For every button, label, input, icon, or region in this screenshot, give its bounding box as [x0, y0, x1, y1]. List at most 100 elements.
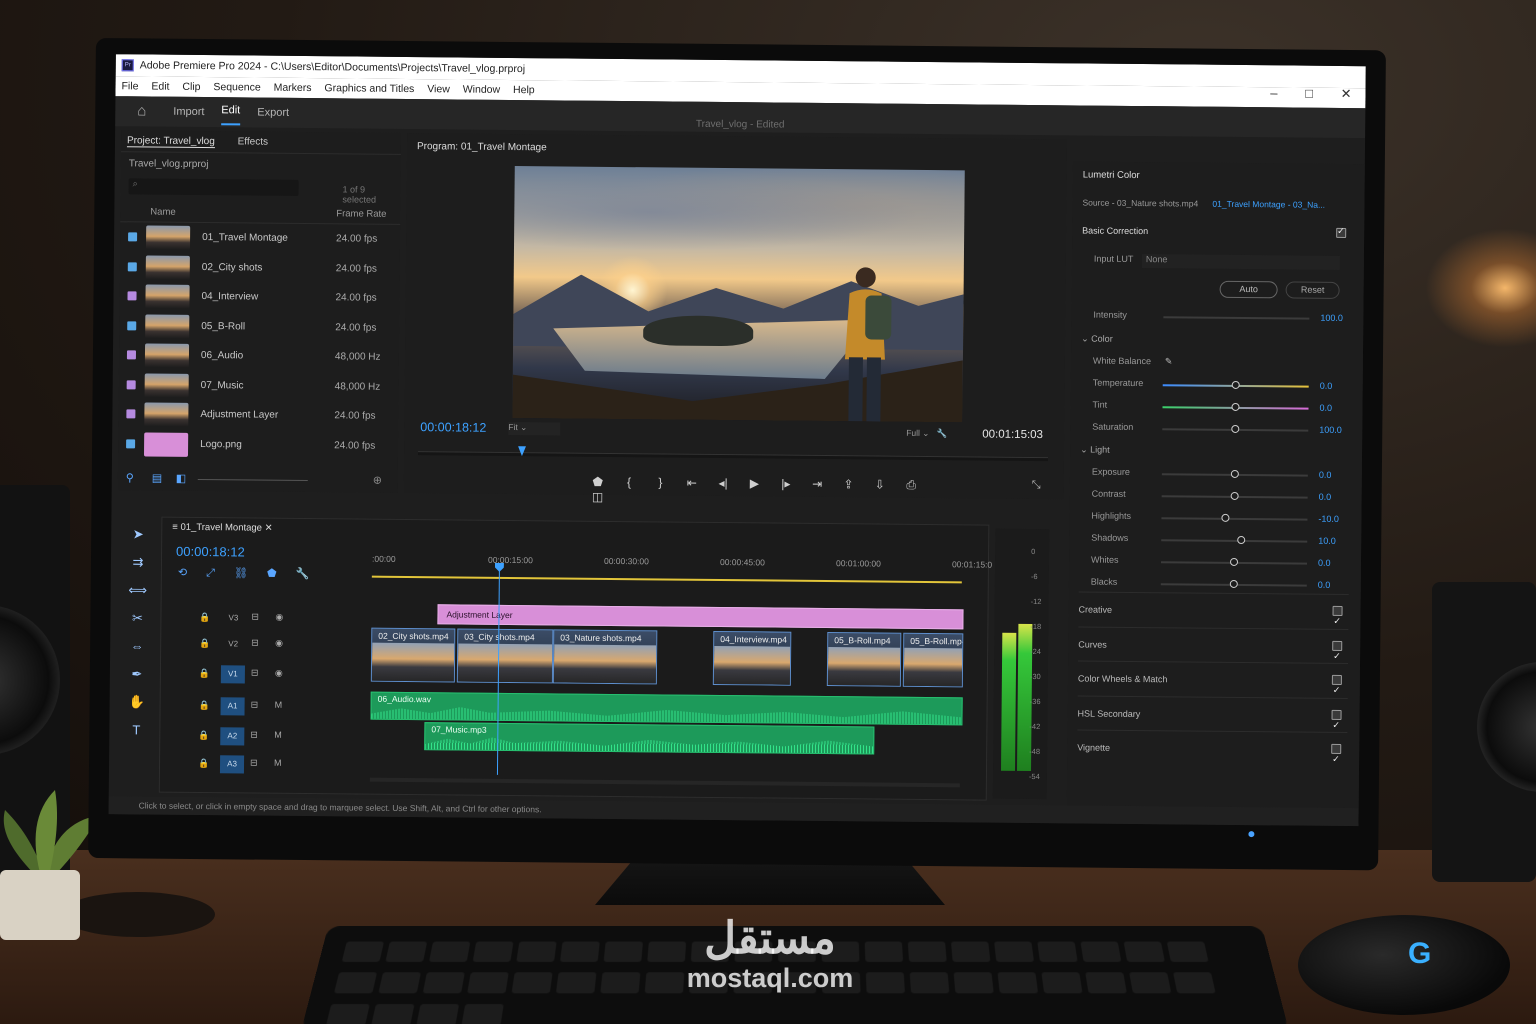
close-window-button[interactable]: ✕ [1341, 86, 1352, 101]
lock-icon[interactable]: 🔒 [199, 700, 210, 711]
lumetri-slider[interactable]: Shadows 10.0 [1091, 533, 1351, 549]
menu-markers[interactable]: Markers [274, 82, 312, 94]
list-item[interactable]: 01_Travel Montage 24.00 fps [120, 222, 400, 254]
section-checkbox[interactable] [1331, 709, 1342, 720]
column-frame-rate[interactable]: Frame Rate [336, 208, 386, 219]
step-back-button[interactable]: ◂| [709, 476, 737, 490]
timeline-timecode[interactable]: 00:00:18:12 [176, 544, 245, 560]
slider-knob[interactable] [1229, 557, 1239, 566]
audio-clip[interactable]: 07_Music.mp3 [424, 722, 875, 755]
ripple-edit-icon[interactable]: ⟺ [123, 582, 153, 610]
lock-icon[interactable]: 🔒 [199, 668, 210, 679]
menu-sequence[interactable]: Sequence [213, 81, 260, 93]
lock-icon[interactable]: 🔒 [199, 638, 210, 649]
list-view-icon[interactable]: ⚲ [126, 471, 134, 484]
mute-icon[interactable]: M [274, 730, 282, 740]
slider-knob[interactable] [1231, 380, 1240, 389]
extract-button[interactable]: ⇩ [866, 477, 894, 491]
section-checkbox[interactable] [1331, 674, 1342, 685]
menu-file[interactable]: File [121, 80, 138, 92]
lumetri-slider[interactable]: Contrast 0.0 [1092, 489, 1352, 505]
program-scrubber[interactable] [418, 451, 1049, 462]
sequence-tab[interactable]: ≡ 01_Travel Montage ✕ [172, 522, 272, 534]
menu-window[interactable]: Window [463, 84, 500, 96]
color-section-header[interactable]: ⌄ Color [1081, 333, 1113, 344]
light-section-header[interactable]: ⌄ Light [1080, 444, 1110, 455]
lumetri-section-0[interactable]: Creative [1078, 591, 1349, 629]
fit-dropdown[interactable]: Fit ⌄ [508, 421, 561, 436]
lumetri-slider[interactable]: Tint 0.0 [1092, 400, 1352, 416]
timeline-tool-icons[interactable]: ⟲ ⤢ ⛓ ⬟ 🔧 [178, 566, 310, 581]
list-item[interactable]: 04_Interview 24.00 fps [119, 281, 399, 313]
go-to-in-button[interactable]: ⇤ [678, 476, 706, 490]
track-target-toggle[interactable]: A2 [220, 727, 245, 746]
intensity-value[interactable]: 100.0 [1320, 313, 1343, 323]
slider-knob[interactable] [1221, 513, 1230, 522]
track-select-icon[interactable]: ⇉ [123, 554, 153, 582]
video-clip[interactable]: 02_City shots.mp4 [370, 627, 456, 683]
minimize-button[interactable]: – [1270, 85, 1277, 100]
audio-clip[interactable]: 06_Audio.wav [370, 691, 963, 726]
eye-icon[interactable]: ◉ [275, 612, 283, 623]
type-tool-icon[interactable]: T [121, 722, 151, 750]
lumetri-source[interactable]: Source - 03_Nature shots.mp4 [1082, 197, 1198, 208]
slider-value[interactable]: 0.0 [1319, 403, 1332, 413]
track-target-toggle[interactable]: A3 [219, 755, 245, 774]
lumetri-slider[interactable]: Blacks 0.0 [1091, 577, 1351, 593]
slider-value[interactable]: 0.0 [1320, 381, 1333, 391]
slider-knob[interactable] [1230, 469, 1239, 478]
time-ruler[interactable]: :00:00 00:00:15:00 00:00:30:00 00:00:45:00 0… [372, 554, 992, 576]
label-color-swatch[interactable] [127, 261, 137, 271]
track-target-toggle[interactable]: V1 [220, 665, 245, 684]
export-frame-button[interactable]: ⎙ [897, 478, 925, 493]
add-marker-button[interactable]: ⬟ [584, 475, 612, 489]
lumetri-section-2[interactable]: Color Wheels & Match [1077, 660, 1349, 698]
maximize-button[interactable]: □ [1305, 86, 1313, 101]
play-button[interactable]: ▶ [740, 476, 768, 490]
slider-value[interactable]: 0.0 [1319, 470, 1332, 480]
basic-correction-header[interactable]: Basic Correction [1082, 225, 1148, 236]
sync-lock-icon[interactable]: ⊟ [250, 758, 258, 769]
track-target-toggle[interactable]: V2 [221, 635, 245, 653]
video-clip[interactable]: 04_Interview.mp4 [712, 630, 792, 686]
resolution-dropdown[interactable]: Full ⌄ 🔧 [906, 428, 947, 439]
slider-value[interactable]: 0.0 [1318, 558, 1331, 568]
list-item[interactable]: 05_B-Roll 24.00 fps [119, 311, 399, 343]
mute-icon[interactable]: M [274, 758, 282, 768]
menu-edit[interactable]: Edit [151, 81, 169, 93]
video-clip[interactable]: 03_City shots.mp4 [456, 628, 554, 684]
project-search-input[interactable]: ⌕ [128, 178, 299, 196]
freeform-view-icon[interactable]: ◧ [176, 472, 187, 485]
list-item[interactable]: 07_Music 48,000 Hz [119, 370, 399, 402]
label-color-swatch[interactable] [127, 291, 137, 301]
lumetri-slider[interactable]: Saturation 100.0 [1092, 422, 1352, 438]
lumetri-sequence-clip[interactable]: 01_Travel Montage - 03_Na... [1212, 199, 1325, 210]
list-item[interactable]: Adjustment Layer 24.00 fps [118, 399, 398, 431]
slider-value[interactable]: -10.0 [1318, 514, 1339, 524]
video-clip[interactable]: 05_B-Roll.mp4 [902, 632, 964, 688]
section-checkbox[interactable] [1332, 605, 1343, 616]
list-item[interactable]: 02_City shots 24.00 fps [120, 252, 400, 284]
label-color-swatch[interactable] [128, 232, 138, 242]
slider-value[interactable]: 0.0 [1319, 492, 1332, 502]
sync-lock-icon[interactable]: ⊟ [251, 612, 259, 623]
new-item-icon[interactable]: ⊕ [373, 474, 382, 487]
lock-icon[interactable]: 🔒 [199, 612, 210, 623]
lock-icon[interactable]: 🔒 [198, 730, 209, 741]
program-tab[interactable]: Program: 01_Travel Montage [417, 141, 547, 153]
slider-knob[interactable] [1229, 579, 1238, 588]
list-item[interactable]: 06_Audio 48,000 Hz [119, 340, 399, 372]
hand-tool-icon[interactable]: ✋ [121, 694, 151, 722]
menu-help[interactable]: Help [513, 84, 535, 96]
track-target-toggle[interactable]: V3 [221, 609, 245, 627]
video-clip[interactable]: 05_B-Roll.mp4 [826, 632, 902, 687]
settings-icon[interactable]: ⤡ [1032, 479, 1041, 492]
work-area-bar[interactable] [371, 575, 962, 584]
timeline-scrollbar[interactable] [369, 777, 960, 788]
slider-knob[interactable] [1237, 535, 1246, 545]
menu-graphics[interactable]: Graphics and Titles [324, 82, 414, 95]
section-checkbox[interactable] [1332, 640, 1343, 651]
icon-view-icon[interactable]: ▤ [152, 472, 163, 485]
label-color-swatch[interactable] [126, 350, 137, 360]
adjustment-layer-clip[interactable]: Adjustment Layer [437, 604, 964, 630]
